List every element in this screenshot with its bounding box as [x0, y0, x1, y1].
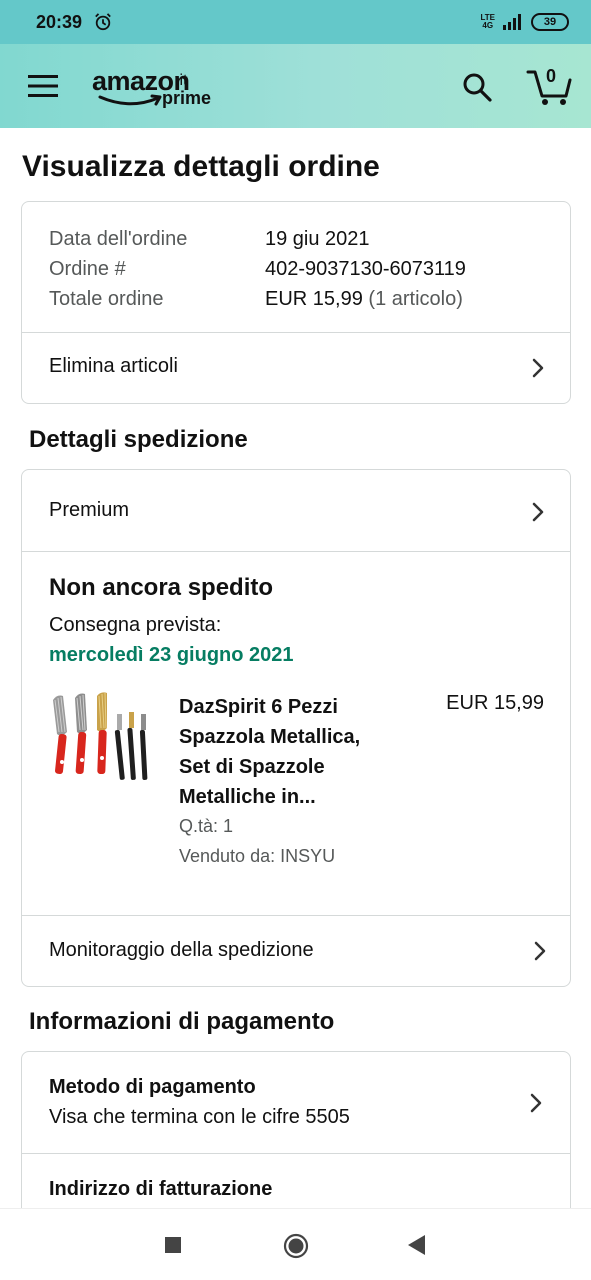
- billing-address-title: Indirizzo di fatturazione: [49, 1178, 273, 1200]
- home-button-icon[interactable]: [283, 1233, 309, 1259]
- chevron-right-icon: [532, 502, 544, 522]
- tracking-row[interactable]: Monitoraggio della spedizione: [22, 916, 570, 986]
- page-title: Visualizza dettagli ordine: [22, 150, 380, 183]
- delivery-date: mercoledì 23 giugno 2021: [49, 644, 294, 666]
- shipping-speed-label: Premium: [49, 499, 130, 521]
- delivery-label: Consegna prevista:: [49, 614, 222, 636]
- product-quantity: Q.tà: 1: [179, 816, 234, 836]
- order-total-row: Totale ordine EUR 15,99 (1 articolo): [49, 288, 463, 310]
- alarm-icon: [95, 13, 111, 31]
- product-title[interactable]: DazSpirit 6 Pezzi Spazzola Metallica, Se…: [179, 692, 409, 812]
- status-time: 20:39: [36, 11, 83, 32]
- network-indicator: LTE 4G: [480, 13, 495, 30]
- battery-indicator: 39: [531, 13, 569, 31]
- signal-icon: [503, 14, 521, 30]
- product-image[interactable]: [49, 692, 157, 790]
- app-header: amazon .it prime 0: [0, 44, 591, 128]
- search-icon[interactable]: [462, 72, 492, 102]
- product-price: EUR 15,99: [446, 692, 544, 714]
- shipping-card: Premium Non ancora spedito Consegna prev…: [21, 469, 571, 987]
- payment-heading: Informazioni di pagamento: [29, 1008, 335, 1035]
- payment-method-row[interactable]: Metodo di pagamento Visa che termina con…: [22, 1052, 570, 1154]
- delete-items-row[interactable]: Elimina articoli: [22, 333, 570, 403]
- shipping-heading: Dettagli spedizione: [29, 426, 248, 453]
- shipping-speed-row[interactable]: Premium: [22, 470, 570, 552]
- chevron-right-icon: [532, 358, 544, 378]
- tracking-label: Monitoraggio della spedizione: [49, 939, 314, 961]
- payment-method-value: Visa che termina con le cifre 5505: [49, 1106, 350, 1128]
- status-bar: 20:39 LTE 4G 39: [0, 0, 591, 44]
- system-navigation-bar: [0, 1208, 591, 1280]
- order-number-row: Ordine # 402-9037130-6073119: [49, 258, 466, 280]
- order-summary-card: Data dell'ordine 19 giu 2021 Ordine # 40…: [21, 201, 571, 404]
- payment-card: Metodo di pagamento Visa che termina con…: [21, 1051, 571, 1231]
- payment-method-title: Metodo di pagamento: [49, 1076, 256, 1098]
- delete-items-label: Elimina articoli: [49, 355, 178, 377]
- order-date-row: Data dell'ordine 19 giu 2021: [49, 228, 370, 250]
- smile-arrow-icon: [98, 94, 162, 106]
- amazon-prime-logo[interactable]: amazon .it prime: [92, 66, 222, 112]
- cart-count: 0: [546, 66, 557, 86]
- back-button-icon[interactable]: [406, 1234, 426, 1256]
- chevron-right-icon: [534, 941, 546, 961]
- recent-apps-button[interactable]: [165, 1237, 181, 1253]
- shipment-status: Non ancora spedito: [49, 574, 274, 601]
- order-info: Data dell'ordine 19 giu 2021 Ordine # 40…: [22, 202, 570, 333]
- product-seller: Venduto da: INSYU: [179, 846, 336, 866]
- chevron-right-icon: [530, 1093, 542, 1113]
- hamburger-menu-icon[interactable]: [28, 74, 58, 98]
- shipment-details: Non ancora spedito Consegna prevista: me…: [22, 552, 570, 916]
